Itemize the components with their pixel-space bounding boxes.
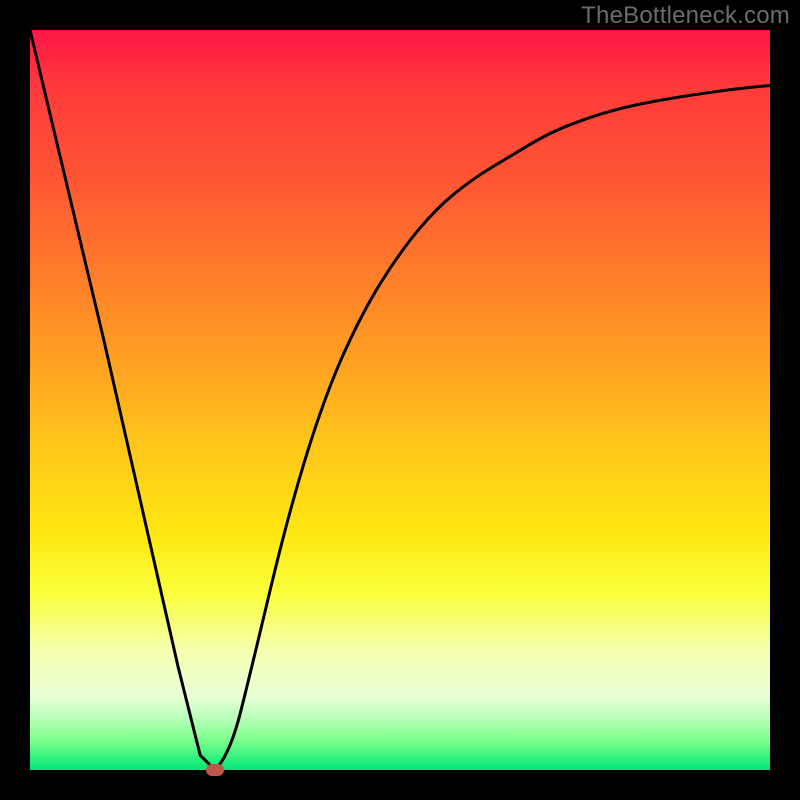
curve-svg [30,30,770,770]
chart-frame: TheBottleneck.com [0,0,800,800]
plot-area [30,30,770,770]
watermark-text: TheBottleneck.com [581,2,790,30]
optimal-point-marker [206,764,224,776]
bottleneck-curve [30,30,770,770]
